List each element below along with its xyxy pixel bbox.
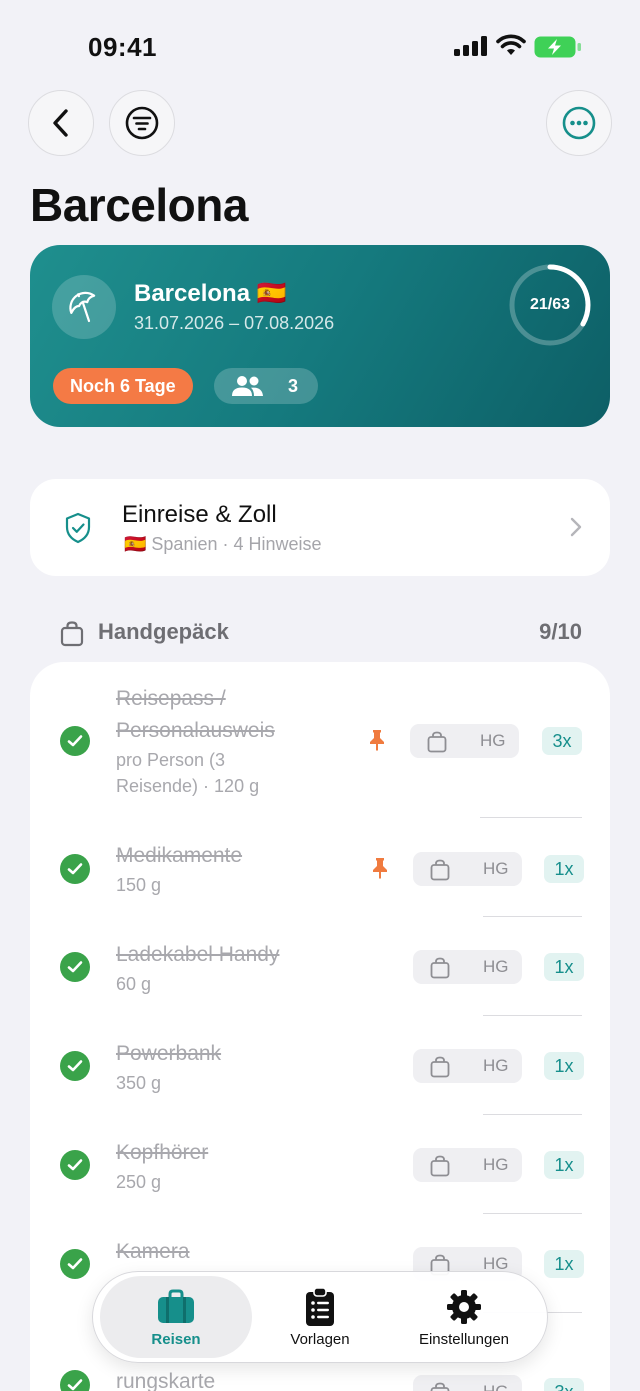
beach-umbrella-icon xyxy=(52,275,116,339)
back-button[interactable] xyxy=(28,90,94,156)
people-icon xyxy=(232,376,263,396)
item-detail: 60 g xyxy=(116,974,152,994)
quantity-badge[interactable]: 1x xyxy=(544,1250,584,1278)
bag-label: HG xyxy=(480,731,506,750)
customs-subtitle: 🇪🇸 Spanien · 4 Hinweise xyxy=(124,534,322,554)
section-count: 9/10 xyxy=(539,619,582,644)
item-name: Medikamente xyxy=(116,844,243,867)
filter-button[interactable] xyxy=(109,90,175,156)
shield-check-icon xyxy=(65,512,91,544)
status-time: 09:41 xyxy=(88,32,157,62)
section-header[interactable]: Handgepäck 9/10 xyxy=(60,617,582,649)
tab-bar: Reisen Vorlagen Einstellungen xyxy=(92,1271,548,1363)
divider xyxy=(483,1015,582,1016)
bag-label: HG xyxy=(483,1056,509,1075)
packing-progress-label: 21/63 xyxy=(529,296,571,313)
divider xyxy=(483,916,582,917)
quantity-badge[interactable]: 1x xyxy=(544,953,584,981)
checkmark-icon[interactable] xyxy=(60,952,90,982)
item-name: rungskarte xyxy=(116,1370,216,1391)
item-detail: 150 g xyxy=(116,875,162,895)
bag-icon xyxy=(430,859,450,881)
page-title: Barcelona xyxy=(30,179,248,231)
item-name: Ladekabel Handy xyxy=(116,943,280,966)
checkmark-icon[interactable] xyxy=(60,1051,90,1081)
clipboard-list-icon xyxy=(304,1287,336,1327)
bag-selector[interactable]: HG xyxy=(413,1148,522,1182)
bag-selector[interactable]: HG xyxy=(413,1049,522,1083)
quantity-badge[interactable]: 3x xyxy=(542,727,582,755)
checkmark-icon[interactable] xyxy=(60,1249,90,1279)
section-title: Handgepäck xyxy=(98,619,229,644)
trip-dates: 31.07.2026 – 07.08.2026 xyxy=(134,313,335,333)
divider xyxy=(483,1213,582,1214)
item-name: Powerbank xyxy=(116,1042,222,1065)
bag-label: HG xyxy=(483,859,509,878)
tab-label: Einstellungen xyxy=(418,1331,510,1348)
checkmark-icon[interactable] xyxy=(60,1370,90,1391)
tab-label: Vorlagen xyxy=(290,1331,350,1348)
bag-selector[interactable]: HG xyxy=(413,950,522,984)
item-detail: Reisende) · 120 g xyxy=(116,776,260,796)
quantity-badge[interactable]: 1x xyxy=(544,1052,584,1080)
checkmark-icon[interactable] xyxy=(60,726,90,756)
divider xyxy=(480,817,582,818)
item-name: Kamera xyxy=(116,1240,190,1263)
bag-selector[interactable]: HG xyxy=(410,724,519,758)
customs-title: Einreise & Zoll xyxy=(122,501,277,528)
suitcase-icon xyxy=(156,1287,196,1327)
trip-name: Barcelona 🇪🇸 xyxy=(134,280,287,307)
item-detail: 350 g xyxy=(116,1073,162,1093)
bag-selector[interactable]: HG xyxy=(413,852,522,886)
checkmark-icon[interactable] xyxy=(60,854,90,884)
quantity-badge[interactable]: 1x xyxy=(544,855,584,883)
tab-reisen[interactable]: Reisen xyxy=(100,1276,252,1358)
item-name: Kopfhörer xyxy=(116,1141,209,1164)
gear-icon xyxy=(446,1287,482,1327)
countdown-badge: Noch 6 Tage xyxy=(53,368,193,404)
tab-vorlagen[interactable]: Vorlagen xyxy=(244,1276,396,1358)
pin-icon[interactable] xyxy=(372,857,388,879)
quantity-badge[interactable]: 3x xyxy=(544,1378,584,1391)
bag-icon xyxy=(430,1056,450,1078)
battery-charging-icon xyxy=(534,36,581,58)
trip-summary-card[interactable]: Barcelona 🇪🇸 31.07.2026 – 07.08.2026 21/… xyxy=(30,245,610,427)
ellipsis-circle-icon xyxy=(562,106,596,140)
item-name: Personalausweis xyxy=(116,719,275,742)
divider xyxy=(483,1114,582,1115)
more-options-button[interactable] xyxy=(546,90,612,156)
pin-icon[interactable] xyxy=(369,729,385,751)
cellular-signal-icon xyxy=(454,36,487,56)
item-detail: 250 g xyxy=(116,1172,162,1192)
status-bar: 09:41 xyxy=(0,0,640,90)
bag-label: HG xyxy=(483,1375,509,1391)
checkmark-icon[interactable] xyxy=(60,1150,90,1180)
quantity-badge[interactable]: 1x xyxy=(544,1151,584,1179)
bag-label: HG xyxy=(483,957,509,976)
bag-label: HG xyxy=(483,1155,509,1174)
wifi-icon xyxy=(496,34,526,55)
chevron-left-icon xyxy=(53,109,68,137)
bag-icon xyxy=(430,1382,450,1391)
travelers-badge[interactable]: 3 xyxy=(214,368,318,404)
item-name: Reisepass / xyxy=(116,687,226,710)
bag-selector[interactable]: HG xyxy=(413,1375,522,1391)
filter-icon xyxy=(125,106,159,140)
bag-icon xyxy=(430,957,450,979)
bag-icon xyxy=(427,731,447,753)
customs-card[interactable]: Einreise & Zoll 🇪🇸 Spanien · 4 Hinweise xyxy=(30,479,610,576)
bag-icon xyxy=(60,621,84,647)
travelers-count: 3 xyxy=(288,376,299,396)
tab-einstellungen[interactable]: Einstellungen xyxy=(388,1276,540,1358)
tab-label: Reisen xyxy=(151,1331,201,1348)
bag-icon xyxy=(430,1155,450,1177)
chevron-right-icon xyxy=(570,517,582,537)
item-detail: pro Person (3 xyxy=(116,750,226,770)
